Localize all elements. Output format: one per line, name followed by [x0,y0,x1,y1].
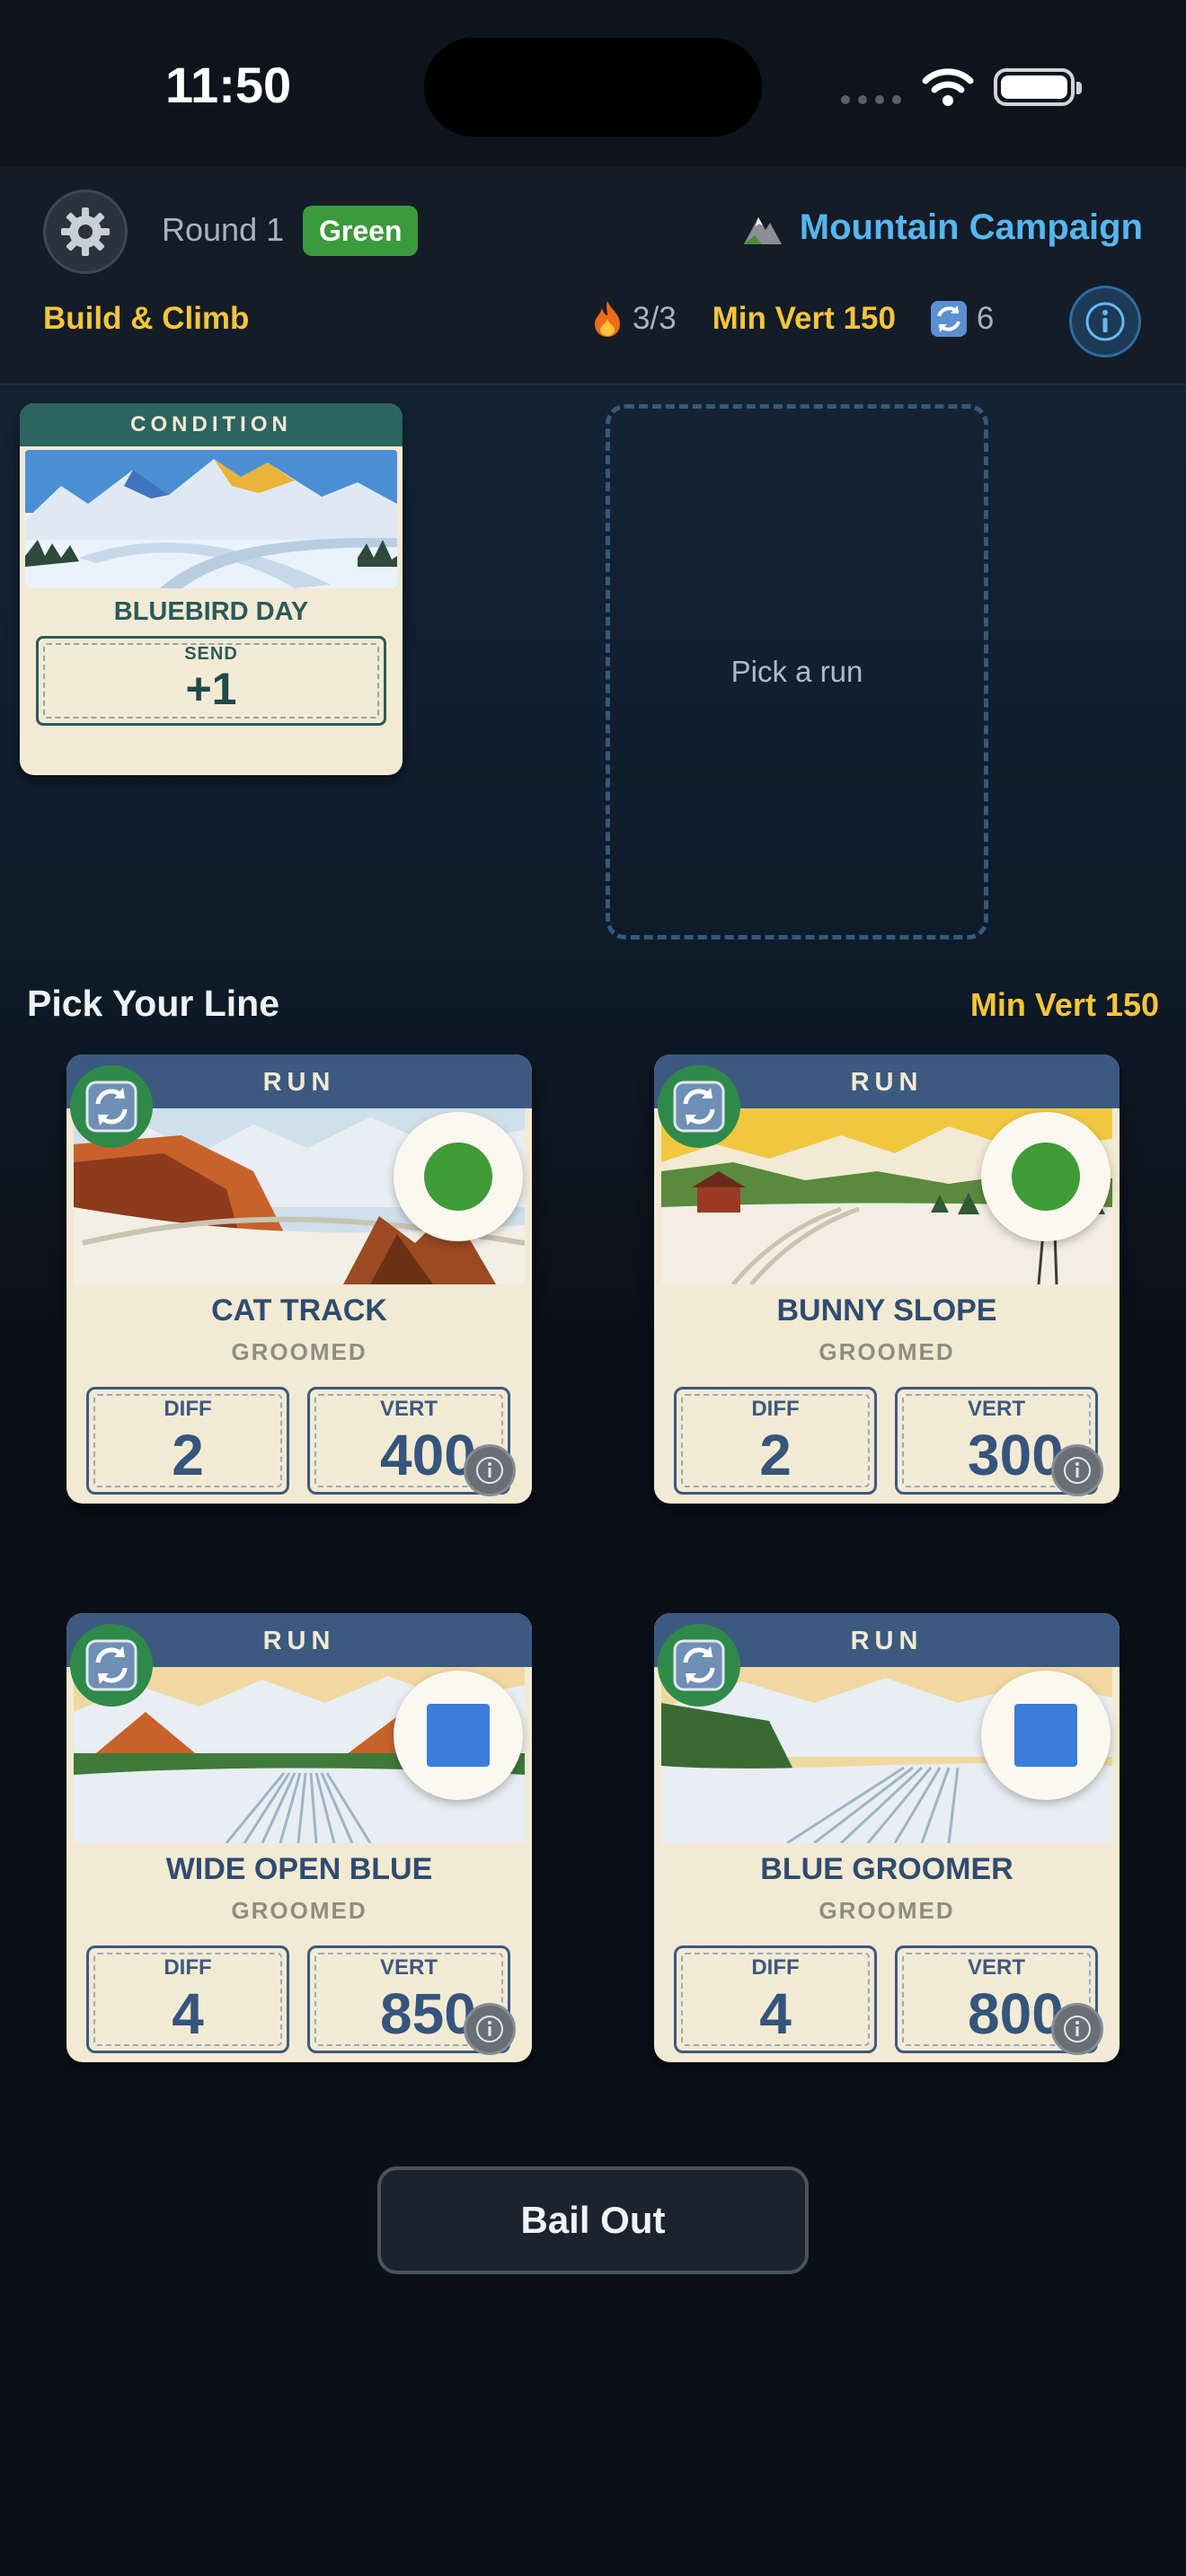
run-type: GROOMED [819,1338,955,1365]
swap-count: 6 [976,301,995,336]
run-type: GROOMED [231,1338,367,1365]
cellular-signal-icon [841,95,901,104]
info-icon [1064,1457,1091,1484]
green-circle-icon [424,1142,492,1211]
vert-label: VERT [967,1955,1025,1980]
swap-card-button[interactable] [70,1624,153,1707]
vert-label: VERT [967,1397,1025,1421]
game-header: Round 1 Green Mountain Campaign Build & … [0,166,1186,385]
diff-label: DIFF [751,1955,800,1980]
info-icon [1085,302,1125,341]
run-info-button[interactable] [1051,2003,1103,2055]
vert-label: VERT [379,1397,438,1421]
diff-value: 2 [172,1423,204,1487]
battery-icon [994,68,1082,106]
section-min-vert: Min Vert 150 [969,986,1159,1023]
diff-value: 4 [759,1981,792,2046]
info-icon [1064,2016,1091,2042]
diff-stat: DIFF 4 [674,1945,877,2053]
difficulty-badge: Green [303,206,419,256]
gear-icon [61,207,110,256]
diff-value: 2 [759,1423,792,1487]
difficulty-marker [981,1112,1111,1241]
swap-icon [930,301,967,337]
run-name: BLUE GROOMER [760,1852,1013,1886]
difficulty-marker [394,1112,523,1241]
diff-label: DIFF [164,1955,212,1980]
run-type: GROOMED [819,1897,955,1924]
info-button[interactable] [1069,286,1141,357]
bail-out-button[interactable]: Bail Out [377,2166,809,2274]
blue-square-icon [1014,1704,1077,1767]
vert-label: VERT [379,1955,438,1980]
diff-stat: DIFF 2 [674,1387,877,1495]
run-name: BUNNY SLOPE [776,1293,997,1328]
energy-count: 3/3 [633,301,677,336]
diff-label: DIFF [751,1397,800,1421]
min-vert-label: Min Vert 150 [712,301,896,336]
status-time: 11:50 [165,57,292,113]
run-name: WIDE OPEN BLUE [165,1852,433,1886]
send-label: SEND [184,644,238,664]
run-card-cat-track[interactable]: RUN CAT TRACK GROOMED DIFF 2 VERT 400 [66,1054,532,1504]
swap-icon [673,1639,725,1691]
condition-card[interactable]: CONDITION BLUEBIRD DAY SEND +1 [20,403,403,775]
section-title: Pick Your Line [27,983,280,1024]
run-info-button[interactable] [464,1444,516,1496]
wifi-icon [922,68,974,106]
condition-card-header: CONDITION [20,403,403,446]
flame-icon [595,301,620,337]
swap-icon [85,1081,137,1133]
run-card-blue-groomer[interactable]: RUN BLUE GROOMER GROOMED DIFF 4 VERT 800 [654,1613,1120,2062]
run-info-button[interactable] [1051,1444,1103,1496]
difficulty-marker [981,1671,1111,1800]
info-icon [476,1457,503,1484]
send-stat-box: SEND +1 [36,636,386,726]
dynamic-island [424,38,762,137]
mountain-icon [743,216,782,244]
round-label: Round 1 [162,211,285,248]
run-card-bunny-slope[interactable]: RUN BUNNY SLOPE GROOMED DIFF 2 VERT 300 [654,1054,1120,1504]
diff-stat: DIFF 4 [86,1945,289,2053]
blue-square-icon [427,1704,490,1767]
info-icon [476,2016,503,2042]
diff-label: DIFF [164,1397,212,1421]
difficulty-marker [394,1671,523,1800]
run-name: CAT TRACK [211,1293,387,1328]
green-circle-icon [1012,1142,1080,1211]
swap-card-button[interactable] [658,1065,740,1148]
run-drop-zone[interactable]: Pick a run [606,404,988,940]
swap-icon [85,1639,137,1691]
condition-name: BLUEBIRD DAY [113,597,309,626]
run-info-button[interactable] [464,2003,516,2055]
run-type: GROOMED [231,1897,367,1924]
drop-zone-label: Pick a run [730,655,863,688]
bluebird-mountain-illustration [25,450,397,588]
diff-value: 4 [172,1981,204,2046]
campaign-title[interactable]: Mountain Campaign [742,207,1143,248]
diff-stat: DIFF 2 [86,1387,289,1495]
status-bar: 11:50 [0,0,1186,166]
send-value: +1 [185,664,237,714]
settings-button[interactable] [43,190,128,274]
campaign-label: Mountain Campaign [799,207,1143,247]
swap-card-button[interactable] [70,1065,153,1148]
mode-label: Build & Climb [43,301,250,336]
run-card-wide-open-blue[interactable]: RUN WIDE OPEN BLUE GROOMED DIFF 4 VERT 8… [66,1613,532,2062]
swap-card-button[interactable] [658,1624,740,1707]
swap-icon [673,1081,725,1133]
stats-row: 3/3 Min Vert 150 6 [591,292,994,346]
